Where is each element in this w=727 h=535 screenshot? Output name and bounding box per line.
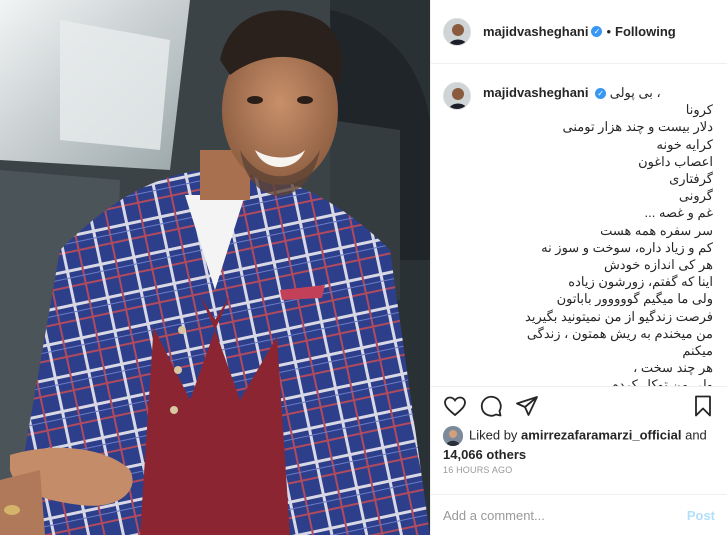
heart-icon[interactable] xyxy=(443,394,467,418)
post-comment-button[interactable]: Post xyxy=(687,508,715,523)
likes-summary: Liked by amirrezafaramarzi_official and … xyxy=(443,426,717,464)
avatar[interactable] xyxy=(443,82,471,110)
caption-line: من میخندم به ریش همتون ، زندگی xyxy=(526,325,713,341)
caption-line: گرونی xyxy=(678,188,713,204)
liked-by-joiner: and xyxy=(685,427,707,443)
caption-line: گرفتاری xyxy=(669,171,713,187)
comment-input[interactable]: Add a comment... xyxy=(443,508,687,523)
caption-line: دلار بیست و چند هزار تومنی xyxy=(562,119,713,135)
caption-username-link[interactable]: majidvasheghani xyxy=(483,85,588,100)
liked-by-prefix: Liked by xyxy=(469,427,518,443)
action-bar xyxy=(443,394,715,422)
avatar[interactable] xyxy=(443,17,471,46)
caption-line: کم و زیاد داره، سوخت و سوز نه xyxy=(541,239,713,255)
caption-body: majidvasheghani ✓ بی پولی ، کرونا دلار بی… xyxy=(483,84,713,387)
comment-icon[interactable] xyxy=(479,394,503,418)
caption-line: هر کی اندازه خودش xyxy=(603,257,713,273)
bookmark-icon[interactable] xyxy=(691,394,715,418)
caption-lines: کرونا دلار بیست و چند هزار تومنی کرایه خون… xyxy=(483,101,713,387)
comment-form: Add a comment... Post xyxy=(431,494,727,535)
share-icon[interactable] xyxy=(515,394,539,418)
caption-line: میکنم xyxy=(682,343,713,359)
caption-line: کرونا xyxy=(685,102,713,118)
post-timestamp[interactable]: 16 HOURS AGO xyxy=(443,465,512,475)
caption-line: اعصاب داغون xyxy=(638,153,713,169)
verified-badge-icon: ✓ xyxy=(595,88,607,100)
caption-line: غم و غصه ... xyxy=(644,205,713,221)
caption: majidvasheghani ✓ بی پولی ، کرونا دلار بی… xyxy=(431,64,727,387)
liker-avatar[interactable] xyxy=(443,426,463,446)
caption-line: سر سفره همه هست xyxy=(600,222,713,238)
post-sidebar: majidvasheghani ✓ • Following majidvashe… xyxy=(430,0,727,535)
likes-others-link[interactable]: 14,066 others xyxy=(443,447,526,462)
caption-line: فرصت زندگیو از من نمیتونید بگیرید xyxy=(525,308,713,324)
caption-line: ولی ما میگیم گووووور باباتون xyxy=(556,291,713,307)
post-header: majidvasheghani ✓ • Following xyxy=(431,0,727,64)
post-image[interactable] xyxy=(0,0,430,535)
liker-username-link[interactable]: amirrezafaramarzi_official xyxy=(521,427,681,442)
verified-badge-icon: ✓ xyxy=(591,26,603,37)
following-button[interactable]: Following xyxy=(615,24,676,39)
separator-dot: • xyxy=(606,24,612,39)
caption-line: هر چند سخت ، xyxy=(633,360,713,376)
caption-first-line: بی پولی ، xyxy=(609,85,661,100)
portrait-photo xyxy=(0,0,430,535)
caption-line: کرایه خونه xyxy=(656,136,713,152)
caption-line: اینا که گفتم، زورشون زیاده xyxy=(568,274,713,290)
caption-line: ولی من توکل کردم xyxy=(610,377,713,387)
comments-scroll-area[interactable]: majidvasheghani ✓ بی پولی ، کرونا دلار بی… xyxy=(431,64,727,387)
username-link[interactable]: majidvasheghani xyxy=(483,24,588,39)
